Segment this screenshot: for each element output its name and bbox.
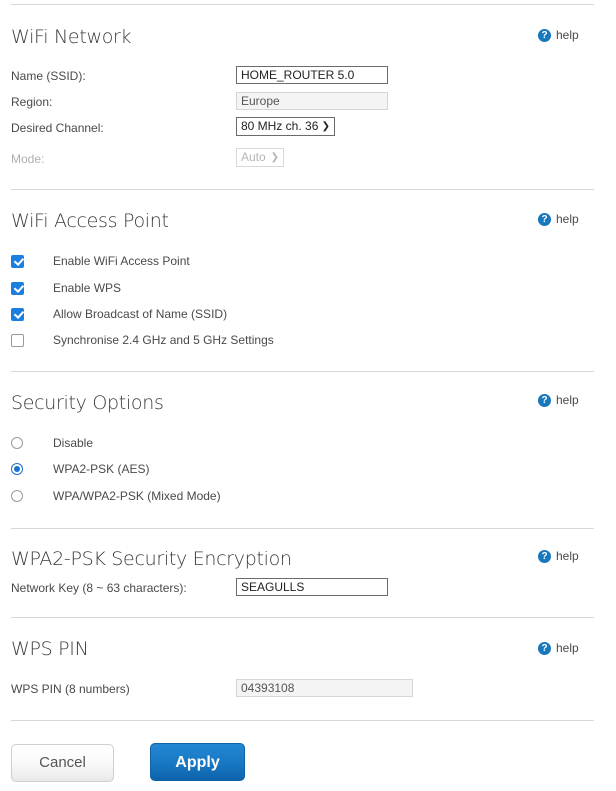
question-mark-icon: ? [538,213,551,226]
apply-button-label: Apply [175,754,219,771]
checkbox-label-broadcast-ssid[interactable]: Allow Broadcast of Name (SSID) [53,307,227,321]
radio-row-wpa2-psk-aes[interactable]: WPA2-PSK (AES) [11,461,149,477]
label-network-key: Network Key (8 ~ 63 characters): [11,581,187,595]
checkbox-label-sync-bands[interactable]: Synchronise 2.4 GHz and 5 GHz Settings [53,333,274,347]
checkbox-sync-bands[interactable] [11,334,24,347]
divider-2 [11,371,594,372]
region-input[interactable] [236,92,388,110]
divider-3 [11,528,594,529]
help-link-access-point[interactable]: ? help [538,212,579,226]
section-title-encryption: WPA2-PSK Security Encryption [11,548,292,570]
checkbox-row-enable-wps[interactable]: Enable WPS [11,280,121,296]
label-mode: Mode: [11,152,44,166]
section-title-wifi-network: WiFi Network [11,26,131,48]
wifi-settings-page: WiFi Network ? help Name (SSID): Region:… [0,0,616,791]
help-link-wps-pin[interactable]: ? help [538,641,579,655]
radio-wpa2-psk-aes[interactable] [11,463,23,475]
checkbox-broadcast-ssid[interactable] [11,308,24,321]
cancel-button-label: Cancel [39,754,86,771]
help-label: help [556,641,579,655]
help-label: help [556,549,579,563]
help-label: help [556,212,579,226]
divider-4 [11,617,594,618]
help-link-security-options[interactable]: ? help [538,393,579,407]
section-title-wps-pin: WPS PIN [11,638,89,660]
chevron-down-icon: ❯ [322,122,330,132]
ssid-input[interactable] [236,66,388,84]
checkbox-label-enable-ap[interactable]: Enable WiFi Access Point [53,254,190,268]
checkbox-label-enable-wps[interactable]: Enable WPS [53,281,121,295]
help-link-wifi-network[interactable]: ? help [538,28,579,42]
label-desired-channel: Desired Channel: [11,121,104,135]
radio-row-disable[interactable]: Disable [11,435,93,451]
section-title-security-options: Security Options [11,392,164,414]
question-mark-icon: ? [538,550,551,563]
checkbox-row-sync-bands[interactable]: Synchronise 2.4 GHz and 5 GHz Settings [11,332,274,348]
radio-label-wpa-wpa2-mixed[interactable]: WPA/WPA2-PSK (Mixed Mode) [53,489,221,503]
question-mark-icon: ? [538,394,551,407]
label-ssid: Name (SSID): [11,69,86,83]
network-key-input[interactable] [236,578,388,596]
question-mark-icon: ? [538,642,551,655]
radio-disable[interactable] [11,437,23,449]
divider-1 [11,189,594,190]
desired-channel-select[interactable]: 80 MHz ch. 36 ❯ [236,117,335,136]
label-region: Region: [11,95,52,109]
checkbox-row-enable-ap[interactable]: Enable WiFi Access Point [11,253,190,269]
radio-label-disable[interactable]: Disable [53,436,93,450]
mode-value: Auto [241,150,266,164]
question-mark-icon: ? [538,29,551,42]
apply-button[interactable]: Apply [150,743,245,781]
help-link-encryption[interactable]: ? help [538,549,579,563]
help-label: help [556,28,579,42]
help-label: help [556,393,579,407]
divider-top [11,4,594,5]
chevron-down-icon: ❯ [271,153,279,163]
radio-label-wpa2-psk-aes[interactable]: WPA2-PSK (AES) [53,462,149,476]
checkbox-enable-wps[interactable] [11,282,24,295]
section-title-access-point: WiFi Access Point [11,210,169,232]
checkbox-row-broadcast-ssid[interactable]: Allow Broadcast of Name (SSID) [11,306,227,322]
cancel-button[interactable]: Cancel [11,744,114,782]
mode-select[interactable]: Auto ❯ [236,148,284,167]
checkbox-enable-ap[interactable] [11,255,24,268]
label-wps-pin: WPS PIN (8 numbers) [11,682,130,696]
divider-5 [11,720,594,721]
radio-wpa-wpa2-mixed[interactable] [11,490,23,502]
wps-pin-input[interactable] [236,679,413,697]
desired-channel-value: 80 MHz ch. 36 [241,119,318,133]
radio-row-wpa-wpa2-mixed[interactable]: WPA/WPA2-PSK (Mixed Mode) [11,488,221,504]
